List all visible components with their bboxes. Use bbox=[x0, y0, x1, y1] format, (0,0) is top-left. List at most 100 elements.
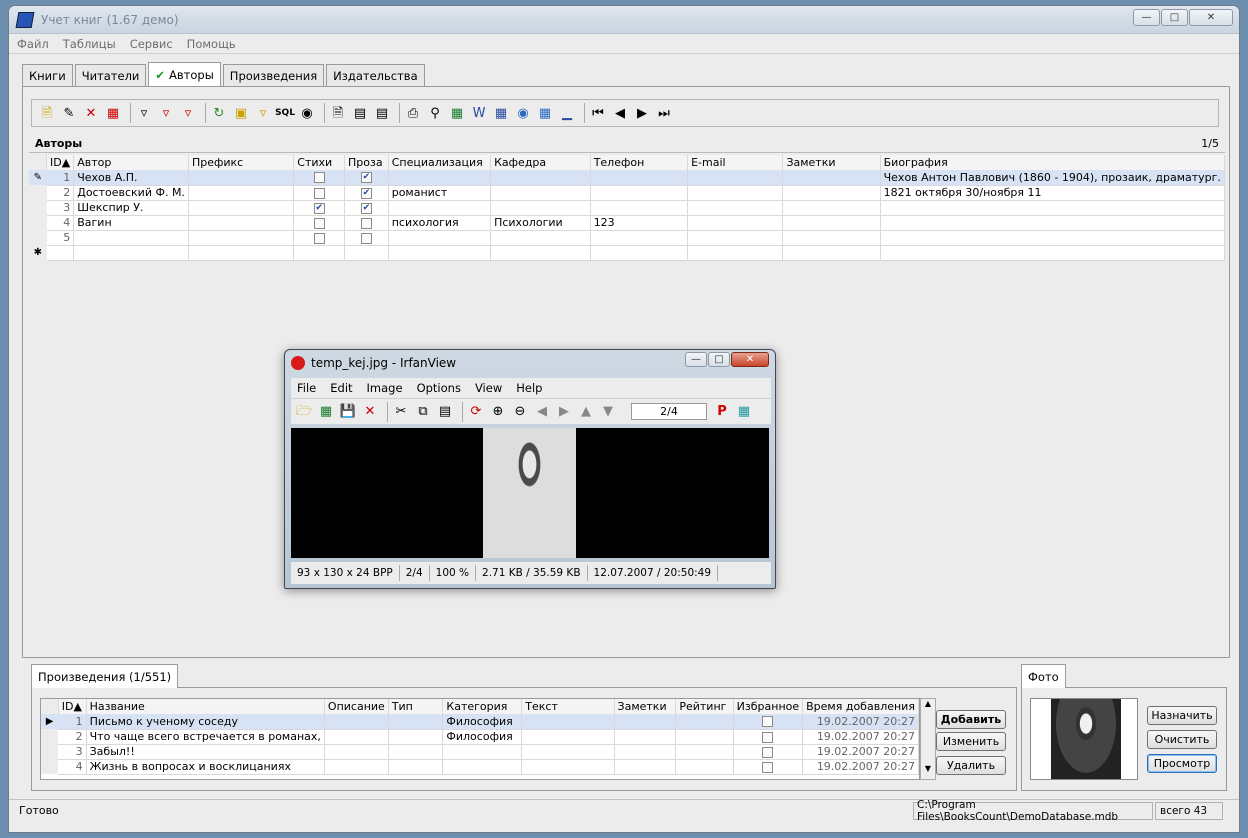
author-bio[interactable]: Чехов Антон Павлович (1860 - 1904), проз… bbox=[880, 170, 1226, 186]
empty-cell[interactable] bbox=[490, 245, 591, 261]
work-notes[interactable] bbox=[614, 714, 677, 730]
irfanview-minimize-button[interactable]: — bbox=[685, 352, 707, 367]
author-spec[interactable]: романист bbox=[388, 185, 492, 201]
irfanview-close-button[interactable]: ✕ bbox=[731, 352, 769, 367]
work-description[interactable] bbox=[324, 729, 389, 745]
work-description[interactable] bbox=[324, 714, 389, 730]
work-category[interactable]: Философия bbox=[442, 729, 523, 745]
scroll-up-icon[interactable]: ▲ bbox=[921, 699, 935, 708]
work-notes[interactable] bbox=[614, 744, 677, 760]
checkbox[interactable] bbox=[313, 172, 325, 184]
print-preview-icon[interactable]: ⚲ bbox=[426, 104, 444, 122]
tab-photo[interactable]: Фото bbox=[1021, 664, 1066, 688]
ir-menu-edit[interactable]: Edit bbox=[330, 381, 352, 395]
empty-cell[interactable] bbox=[687, 245, 784, 261]
col-author[interactable]: Автор bbox=[73, 155, 189, 170]
work-text[interactable] bbox=[521, 714, 615, 730]
irfanview-window[interactable]: temp_kej.jpg - IrfanView — □ ✕ File Edit… bbox=[284, 349, 776, 589]
work-category[interactable] bbox=[442, 759, 523, 775]
author-row[interactable]: 4 Вагин психология Психологии 123 bbox=[29, 215, 1226, 231]
first-record-icon[interactable]: ⏮ bbox=[589, 104, 607, 122]
works-grid[interactable]: ID▲ Название Описание Тип Категория Текс… bbox=[40, 698, 920, 780]
author-email[interactable] bbox=[687, 215, 784, 231]
col-added-time[interactable]: Время добавления bbox=[802, 699, 919, 714]
ir-menu-image[interactable]: Image bbox=[367, 381, 403, 395]
rotate-icon[interactable]: ⟳ bbox=[467, 403, 485, 421]
col-description[interactable]: Описание bbox=[324, 699, 389, 714]
tab-authors[interactable]: ✔ Авторы bbox=[148, 62, 221, 86]
checkbox-cell[interactable]: ✔ bbox=[293, 200, 346, 216]
tab-publishers[interactable]: Издательства bbox=[326, 64, 425, 86]
checkbox[interactable] bbox=[313, 217, 325, 229]
author-phone[interactable]: 123 bbox=[590, 215, 689, 231]
next-image-icon[interactable]: ▶ bbox=[555, 403, 573, 421]
irfanview-title-bar[interactable]: temp_kej.jpg - IrfanView — □ ✕ bbox=[285, 350, 775, 376]
sql-icon[interactable]: SQL bbox=[275, 104, 295, 122]
author-name[interactable]: Достоевский Ф. М. bbox=[73, 185, 189, 201]
minimize-button[interactable]: — bbox=[1133, 9, 1160, 26]
author-prefix[interactable] bbox=[188, 215, 295, 231]
author-email[interactable] bbox=[687, 230, 784, 246]
edit-button[interactable]: Изменить bbox=[936, 732, 1006, 751]
author-notes[interactable] bbox=[782, 230, 881, 246]
checkbox-cell[interactable]: ✔ bbox=[344, 185, 389, 201]
clear-photo-button[interactable]: Очистить bbox=[1147, 730, 1217, 749]
paste-icon[interactable]: ▤ bbox=[436, 403, 454, 421]
view-photo-button[interactable]: Просмотр bbox=[1147, 754, 1217, 773]
author-spec[interactable]: психология bbox=[388, 215, 492, 231]
close-button[interactable]: ✕ bbox=[1189, 9, 1233, 26]
filter-icon[interactable]: ▿ bbox=[135, 104, 153, 122]
new-doc-icon[interactable]: 🗎 bbox=[329, 104, 347, 122]
checkbox-cell[interactable] bbox=[733, 729, 804, 745]
delete-table-icon[interactable]: ▦ bbox=[104, 104, 122, 122]
work-type[interactable] bbox=[388, 729, 444, 745]
author-notes[interactable] bbox=[782, 215, 881, 231]
paint-icon[interactable]: ▦ bbox=[735, 403, 753, 421]
checkbox[interactable] bbox=[762, 716, 774, 728]
checkbox[interactable] bbox=[360, 217, 372, 229]
export-icon[interactable]: ▦ bbox=[536, 104, 554, 122]
author-dept[interactable]: Психологии bbox=[490, 215, 591, 231]
work-row[interactable]: 2 Что чаще всего встречается в романах, Фи… bbox=[41, 729, 919, 745]
work-description[interactable] bbox=[324, 744, 389, 760]
tab-works-list[interactable]: Произведения (1/551) bbox=[31, 664, 179, 688]
checkbox-cell[interactable] bbox=[293, 170, 346, 186]
work-type[interactable] bbox=[388, 714, 444, 730]
author-email[interactable] bbox=[687, 170, 784, 186]
scroll-down-icon[interactable]: ▼ bbox=[921, 764, 935, 773]
copy-icon[interactable]: ⧉ bbox=[414, 403, 432, 421]
author-name[interactable]: Шекспир У. bbox=[73, 200, 189, 216]
work-notes[interactable] bbox=[614, 729, 677, 745]
col-name[interactable]: Название bbox=[86, 699, 325, 714]
col-type[interactable]: Тип bbox=[388, 699, 444, 714]
author-row[interactable]: 2 Достоевский Ф. М. ✔ романист 1821 октября … bbox=[29, 185, 1226, 201]
author-phone[interactable] bbox=[590, 230, 689, 246]
col-dept[interactable]: Кафедра bbox=[490, 155, 591, 170]
irfanview-maximize-button[interactable]: □ bbox=[708, 352, 730, 367]
author-dept[interactable] bbox=[490, 170, 591, 186]
cut-icon[interactable]: ✂ bbox=[392, 403, 410, 421]
refresh-icon[interactable]: ↻ bbox=[210, 104, 228, 122]
ir-menu-view[interactable]: View bbox=[475, 381, 502, 395]
work-text[interactable] bbox=[521, 744, 615, 760]
work-rating[interactable] bbox=[675, 714, 734, 730]
properties-p-icon[interactable]: P bbox=[713, 403, 731, 421]
work-rating[interactable] bbox=[675, 744, 734, 760]
col-favorite[interactable]: Избранное bbox=[733, 699, 804, 714]
delete-button[interactable]: Удалить bbox=[936, 756, 1006, 775]
ir-menu-file[interactable]: File bbox=[297, 381, 316, 395]
col-category[interactable]: Категория bbox=[442, 699, 523, 714]
col-prose[interactable]: Проза bbox=[344, 155, 389, 170]
checkbox[interactable] bbox=[762, 746, 774, 758]
col-text[interactable]: Текст bbox=[521, 699, 615, 714]
checkbox-cell[interactable] bbox=[293, 185, 346, 201]
author-row[interactable]: 5 bbox=[29, 230, 1226, 246]
last-image-icon[interactable]: ▼ bbox=[599, 403, 617, 421]
author-phone[interactable] bbox=[590, 185, 689, 201]
checkbox[interactable] bbox=[762, 731, 774, 743]
author-bio[interactable] bbox=[880, 215, 1226, 231]
author-bio[interactable] bbox=[880, 230, 1226, 246]
open-folder-icon[interactable]: 🗁 bbox=[295, 403, 313, 421]
col-bio[interactable]: Биография bbox=[880, 155, 1226, 170]
assign-photo-button[interactable]: Назначить bbox=[1147, 706, 1217, 725]
